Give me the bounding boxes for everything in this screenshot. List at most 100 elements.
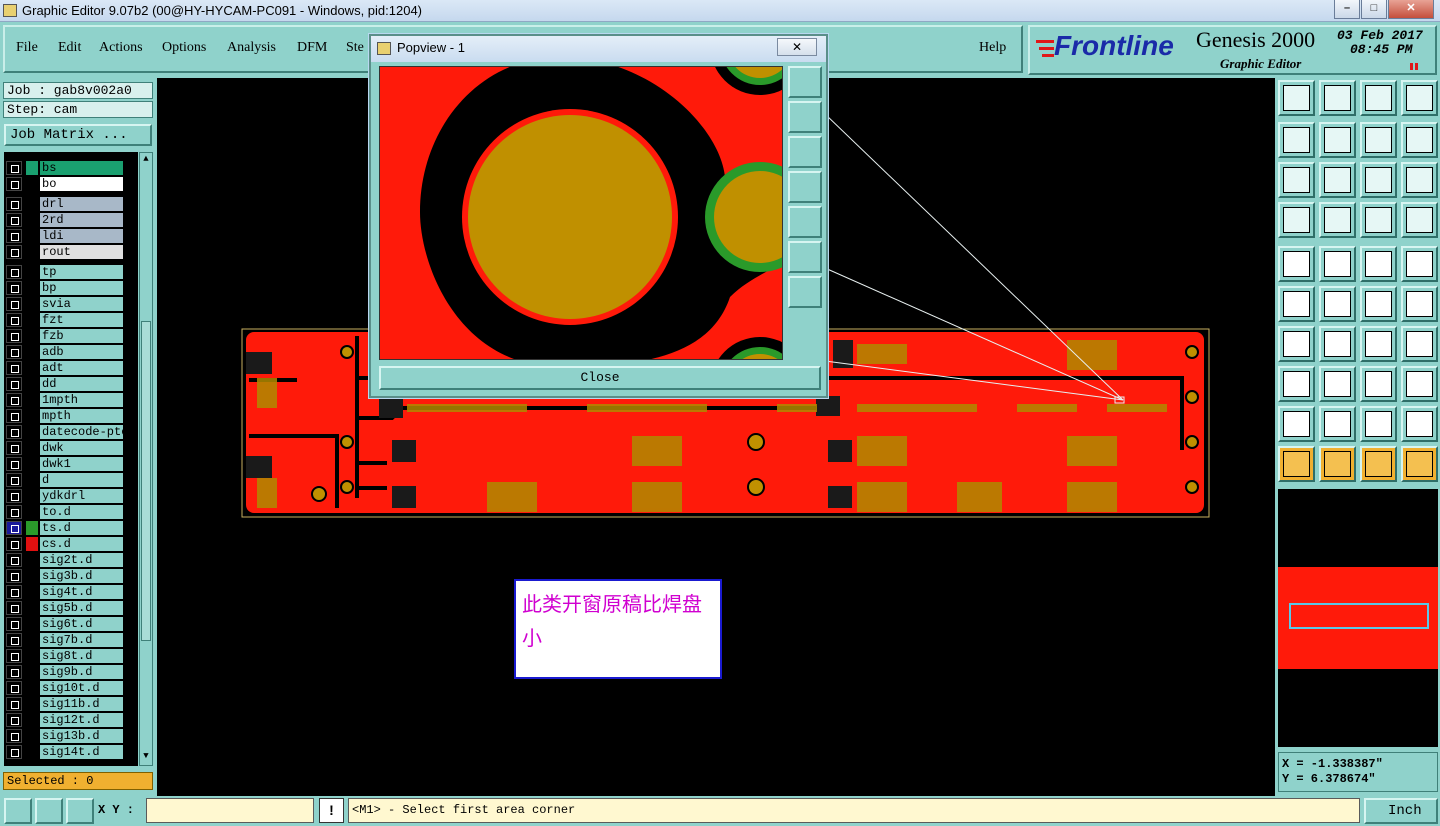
layer-name[interactable]: bp — [40, 281, 123, 295]
layer-checkbox[interactable] — [6, 329, 22, 343]
maximize-button[interactable]: □ — [1361, 0, 1387, 19]
pan-left-icon[interactable] — [788, 171, 822, 203]
layer-checkbox[interactable] — [6, 197, 22, 211]
alert-icon[interactable]: ! — [319, 798, 344, 823]
layer-color-swatch[interactable] — [26, 489, 38, 503]
layer-name[interactable]: sig11b.d — [40, 697, 123, 711]
circle-icon[interactable] — [1401, 246, 1438, 282]
angle-icon[interactable] — [1278, 326, 1315, 362]
arch-line-icon[interactable] — [1401, 406, 1438, 442]
layer-checkbox[interactable] — [6, 213, 22, 227]
select-arrow-icon[interactable] — [1278, 446, 1315, 482]
layer-name[interactable]: ts.d — [40, 521, 123, 535]
layer-color-swatch[interactable] — [26, 745, 38, 759]
layer-name[interactable]: sig6t.d — [40, 617, 123, 631]
layer-color-swatch[interactable] — [26, 457, 38, 471]
layer-color-swatch[interactable] — [26, 281, 38, 295]
layer-color-swatch[interactable] — [26, 681, 38, 695]
line-red-icon[interactable] — [1319, 326, 1356, 362]
layer-checkbox[interactable] — [6, 409, 22, 423]
layer-name[interactable]: dwk — [40, 441, 123, 455]
layer-color-swatch[interactable] — [26, 425, 38, 439]
units-select[interactable]: Inch — [1364, 798, 1438, 824]
measure-box-icon[interactable] — [1360, 366, 1397, 402]
job-matrix-button[interactable]: Job Matrix ... — [4, 124, 152, 146]
layer-color-swatch[interactable] — [26, 617, 38, 631]
layer-color-swatch[interactable] — [26, 665, 38, 679]
layer-checkbox[interactable] — [6, 569, 22, 583]
layer-color-swatch[interactable] — [26, 537, 38, 551]
scroll-up-icon[interactable]: ▲ — [141, 154, 151, 164]
layer-checkbox[interactable] — [6, 425, 22, 439]
snap-line-icon[interactable] — [1319, 246, 1356, 282]
layer-name[interactable]: sig10t.d — [40, 681, 123, 695]
layer-color-swatch[interactable] — [26, 197, 38, 211]
layer-row[interactable]: sig4t.d — [4, 584, 138, 600]
grid-icon[interactable] — [66, 798, 94, 824]
layer-row[interactable]: sig2t.d — [4, 552, 138, 568]
layer-row[interactable]: drl — [4, 196, 138, 212]
layer-checkbox[interactable] — [6, 489, 22, 503]
ruler-icon[interactable] — [1360, 246, 1397, 282]
layer-checkbox[interactable] — [6, 745, 22, 759]
layer-checkbox[interactable] — [6, 505, 22, 519]
minimize-button[interactable]: – — [1334, 0, 1360, 19]
layer-color-swatch[interactable] — [26, 521, 38, 535]
tools-icon[interactable] — [1278, 202, 1315, 238]
layer-color-swatch[interactable] — [26, 729, 38, 743]
pan-top-right-icon[interactable] — [788, 66, 822, 98]
layer-row[interactable]: bp — [4, 280, 138, 296]
layer-color-swatch[interactable] — [26, 245, 38, 259]
layer-name[interactable]: cs.d — [40, 537, 123, 551]
layer-checkbox[interactable] — [6, 521, 22, 535]
layer-row[interactable]: to.d — [4, 504, 138, 520]
layer-row[interactable]: ldi — [4, 228, 138, 244]
layer-row[interactable]: sig7b.d — [4, 632, 138, 648]
layer-color-swatch[interactable] — [26, 393, 38, 407]
layer-checkbox[interactable] — [6, 345, 22, 359]
menu-edit[interactable]: Edit — [58, 40, 81, 56]
popview-close-button[interactable]: Close — [379, 366, 821, 390]
layer-checkbox[interactable] — [6, 297, 22, 311]
layer-name[interactable]: dd — [40, 377, 123, 391]
layer-row[interactable]: sig11b.d — [4, 696, 138, 712]
layer-row[interactable]: adb — [4, 344, 138, 360]
layer-checkbox[interactable] — [6, 441, 22, 455]
rotate-icon[interactable] — [1360, 326, 1397, 362]
layer-row[interactable]: 1mpth — [4, 392, 138, 408]
layer-row[interactable]: tp — [4, 264, 138, 280]
layer-checkbox[interactable] — [6, 265, 22, 279]
layer-row[interactable]: sig13b.d — [4, 728, 138, 744]
layer-row[interactable]: fzb — [4, 328, 138, 344]
layer-checkbox[interactable] — [6, 729, 22, 743]
layer-name[interactable]: sig9b.d — [40, 665, 123, 679]
layer-row[interactable]: fzt — [4, 312, 138, 328]
layer-scrollbar[interactable]: ▲ ▼ — [139, 152, 153, 766]
layer-checkbox[interactable] — [6, 177, 22, 191]
layer-name[interactable]: mpth — [40, 409, 123, 423]
layer-row[interactable]: sig12t.d — [4, 712, 138, 728]
layer-row[interactable]: adt — [4, 360, 138, 376]
layer-checkbox[interactable] — [6, 585, 22, 599]
layer-checkbox[interactable] — [6, 681, 22, 695]
line-tool-icon[interactable] — [1319, 202, 1356, 238]
layer-color-swatch[interactable] — [26, 177, 38, 191]
layer-checkbox[interactable] — [6, 537, 22, 551]
menu-dfm[interactable]: DFM — [297, 40, 327, 56]
pad-icon[interactable] — [1278, 246, 1315, 282]
select-path-icon[interactable] — [1401, 446, 1438, 482]
layer-name[interactable]: fzt — [40, 313, 123, 327]
layer-name[interactable]: d — [40, 473, 123, 487]
layer-name[interactable]: rout — [40, 245, 123, 259]
layer-checkbox[interactable] — [6, 377, 22, 391]
connect-icon[interactable] — [1278, 286, 1315, 322]
overview-map[interactable] — [1278, 489, 1438, 747]
layer-checkbox[interactable] — [6, 393, 22, 407]
scroll-thumb[interactable] — [141, 321, 151, 641]
layer-color-swatch[interactable] — [26, 633, 38, 647]
layer-checkbox[interactable] — [6, 313, 22, 327]
layer-color-swatch[interactable] — [26, 345, 38, 359]
layer-name[interactable]: sig13b.d — [40, 729, 123, 743]
layer-checkbox[interactable] — [6, 601, 22, 615]
select-circle-icon[interactable] — [1360, 446, 1397, 482]
